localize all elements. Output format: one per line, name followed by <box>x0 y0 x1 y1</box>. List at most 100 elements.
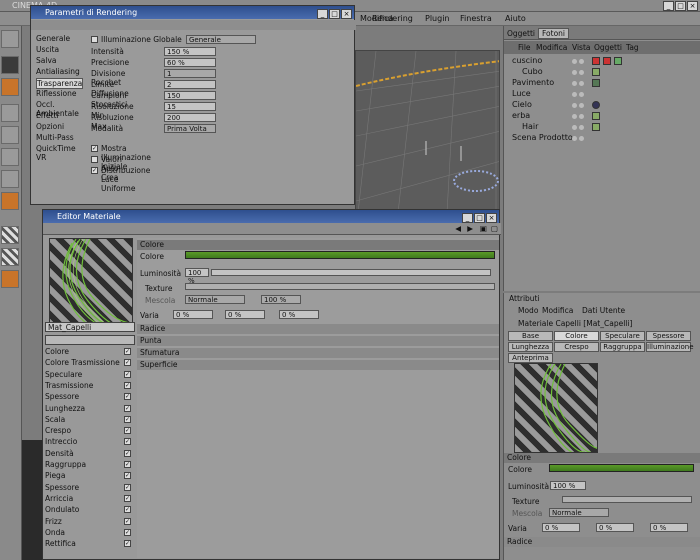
channel-row[interactable]: Crespo ✓ <box>45 426 133 436</box>
channel-row[interactable]: Trasmissione ✓ <box>45 381 133 391</box>
attr-subsection-root[interactable]: Radice <box>504 537 700 547</box>
channel-row[interactable]: Spessore ✓ <box>45 483 133 493</box>
mode-dropdown[interactable]: Fotoni <box>538 28 570 39</box>
warning-tag-icon[interactable] <box>592 57 600 65</box>
attr-tab[interactable]: Illuminazione <box>646 342 694 352</box>
channel-row[interactable]: Piega ✓ <box>45 471 133 481</box>
visibility-editor-icon[interactable] <box>572 81 577 86</box>
channel-checkbox[interactable]: ✓ <box>124 359 131 367</box>
variation-s[interactable]: 0 % <box>225 310 265 319</box>
channel-checkbox[interactable]: ✓ <box>124 393 131 401</box>
channel-checkbox[interactable]: ✓ <box>124 483 131 491</box>
sky-tag-icon[interactable] <box>592 101 600 109</box>
attr-color-gradient[interactable] <box>549 464 694 472</box>
menu-item-plugin[interactable]: Plugin <box>425 14 450 23</box>
channel-row[interactable]: Colore Trasmissione ✓ <box>45 358 133 368</box>
channel-row[interactable]: Lunghezza ✓ <box>45 404 133 414</box>
render-settings-titlebar[interactable]: Parametri di Rendering _ □ × <box>31 6 354 19</box>
attr-material-preview[interactable] <box>514 363 598 453</box>
blend-amount[interactable]: 100 % <box>261 295 301 304</box>
material-slider[interactable] <box>45 335 135 345</box>
channel-checkbox[interactable]: ✓ <box>124 540 131 548</box>
attr-tab[interactable]: Colore <box>554 331 599 341</box>
grid-icon[interactable] <box>1 170 19 188</box>
channel-row[interactable]: Raggruppa ✓ <box>45 460 133 470</box>
new-window-icon[interactable]: ▢ <box>491 224 498 233</box>
channel-checkbox[interactable]: ✓ <box>124 449 131 457</box>
attr-tab[interactable]: Base <box>508 331 553 341</box>
channel-row[interactable]: Speculare ✓ <box>45 370 133 380</box>
render-nav-item[interactable]: Generale <box>36 34 70 43</box>
texture-icon[interactable] <box>1 192 19 210</box>
gi-field-value[interactable]: 1 <box>164 69 216 78</box>
polygon-icon[interactable] <box>1 78 19 96</box>
object-row[interactable]: Cubo <box>504 67 700 78</box>
material-tag-icon[interactable] <box>614 57 622 65</box>
material-editor-titlebar[interactable]: Editor Materiale _ □ × <box>43 210 499 223</box>
attr-tab[interactable]: Lunghezza <box>508 342 553 352</box>
channel-checkbox[interactable]: ✓ <box>124 415 131 423</box>
object-row[interactable]: Luce <box>504 89 700 100</box>
render-maximize-button[interactable]: □ <box>329 9 340 19</box>
object-row[interactable]: Cielo <box>504 100 700 111</box>
gi-field-value[interactable]: Prima Volta <box>164 124 216 133</box>
menu-item-rendering[interactable]: Rendering <box>372 14 413 23</box>
attr-variation-v[interactable]: 0 % <box>650 523 688 532</box>
subsection-tip[interactable]: Punta <box>137 336 499 346</box>
visibility-render-icon[interactable] <box>579 92 584 97</box>
channel-checkbox[interactable]: ✓ <box>124 506 131 514</box>
object-row[interactable]: Scena Prodotto <box>504 133 700 144</box>
gi-mode-dropdown[interactable]: Generale <box>186 35 256 44</box>
om-menu-objects[interactable]: Oggetti <box>594 43 622 52</box>
menu-item-help[interactable]: Aiuto <box>505 14 526 23</box>
om-menu-edit[interactable]: Modifica <box>536 43 567 52</box>
close-button[interactable]: × <box>687 1 698 11</box>
viewport-icon[interactable] <box>1 56 19 74</box>
channel-row[interactable]: Onda ✓ <box>45 528 133 538</box>
maximize-button[interactable]: □ <box>675 1 686 11</box>
texture-field[interactable] <box>185 283 495 290</box>
render-nav-item[interactable]: Salva <box>36 56 56 65</box>
gi-field-value[interactable]: 15 <box>164 102 216 111</box>
am-menu-mode[interactable]: Modo <box>518 306 538 315</box>
render-nav-item[interactable]: Riflessione <box>36 89 77 98</box>
gi-field-value[interactable]: 2 <box>164 80 216 89</box>
channel-row[interactable]: Colore ✓ <box>45 347 133 357</box>
attr-variation-s[interactable]: 0 % <box>596 523 634 532</box>
gi-option-checkbox[interactable]: ✓ <box>91 145 98 152</box>
am-menu-userdata[interactable]: Dati Utente <box>582 306 625 315</box>
object-row[interactable]: Pavimento <box>504 78 700 89</box>
attr-tab[interactable]: Raggruppa <box>600 342 645 352</box>
channel-row[interactable]: Intreccio ✓ <box>45 437 133 447</box>
magnet-icon[interactable] <box>1 270 19 288</box>
render-nav-item[interactable]: QuickTime VR <box>36 144 82 162</box>
channel-checkbox[interactable]: ✓ <box>124 438 131 446</box>
render-nav-item[interactable]: Opzioni <box>36 122 64 131</box>
channel-row[interactable]: Densità ✓ <box>45 449 133 459</box>
om-menu-file[interactable]: File <box>518 43 531 52</box>
render-nav-item[interactable]: Effetti <box>36 111 59 120</box>
channel-row[interactable]: Frizz ✓ <box>45 517 133 527</box>
gi-checkbox[interactable] <box>91 36 98 43</box>
3d-viewport[interactable] <box>355 50 500 230</box>
visibility-render-icon[interactable] <box>579 114 584 119</box>
channel-row[interactable]: Spessore ✓ <box>45 392 133 402</box>
render-minimize-button[interactable]: _ <box>317 9 328 19</box>
subsection-root[interactable]: Radice <box>137 324 499 334</box>
am-menu-edit[interactable]: Modifica <box>542 306 573 315</box>
object-row[interactable]: erba <box>504 111 700 122</box>
forward-arrow-icon[interactable]: ▶ <box>467 224 473 233</box>
render-nav-item[interactable]: Multi-Pass <box>36 133 74 142</box>
attr-tab[interactable]: Crespo <box>554 342 599 352</box>
checker-icon[interactable] <box>1 226 19 244</box>
visibility-render-icon[interactable] <box>579 103 584 108</box>
checker2-icon[interactable] <box>1 248 19 266</box>
visibility-render-icon[interactable] <box>579 136 584 141</box>
visibility-editor-icon[interactable] <box>572 114 577 119</box>
texture-tag-icon[interactable] <box>592 123 600 131</box>
object-row[interactable]: Hair <box>504 122 700 133</box>
subsection-surface[interactable]: Superficie <box>137 360 499 370</box>
luminosity-slider[interactable] <box>211 269 491 276</box>
channel-row[interactable]: Rettifica ✓ <box>45 539 133 549</box>
menu-item-window[interactable]: Finestra <box>460 14 492 23</box>
